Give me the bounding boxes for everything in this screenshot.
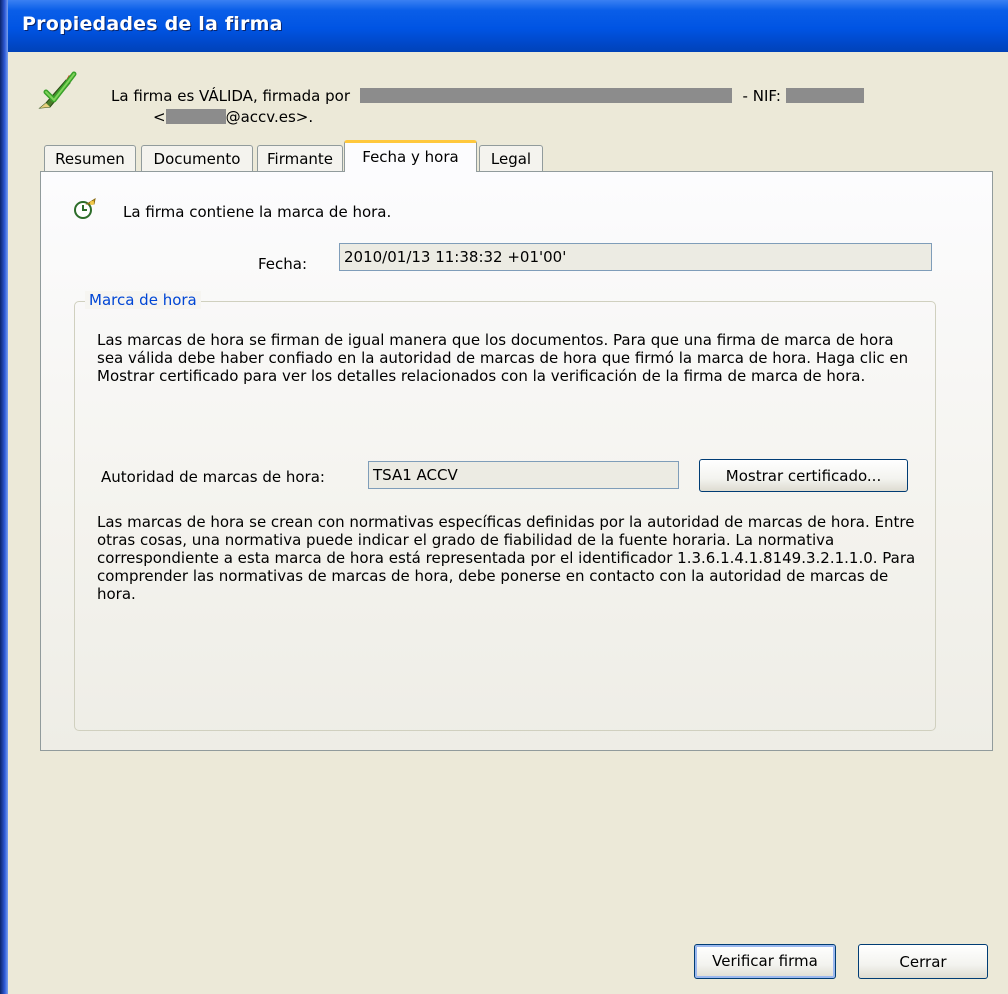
signature-valid-icon: [38, 71, 77, 109]
fecha-label: Fecha:: [258, 255, 308, 273]
timestamp-message: La firma contiene la marca de hora.: [123, 203, 392, 221]
tab-fecha-y-hora[interactable]: Fecha y hora: [344, 140, 477, 172]
redacted-email-user: [165, 109, 226, 124]
fecha-field[interactable]: 2010/01/13 11:38:32 +01'00': [339, 243, 932, 271]
marca-de-hora-groupbox: Marca de hora Las marcas de hora se firm…: [74, 291, 936, 731]
signer-email: < @accv.es>.: [153, 108, 313, 126]
email-prefix: <: [153, 108, 166, 126]
window-left-border: [0, 0, 8, 994]
tab-documento[interactable]: Documento: [141, 145, 253, 171]
signature-status: La firma es VÁLIDA, firmada por - NIF:: [111, 87, 864, 105]
groupbox-title: Marca de hora: [85, 291, 201, 309]
tsa-label: Autoridad de marcas de hora:: [101, 468, 325, 486]
window-title: Propiedades de la firma: [22, 13, 283, 35]
timestamp-info-paragraph: Las marcas de hora se firman de igual ma…: [97, 331, 909, 385]
email-suffix: @accv.es>.: [225, 108, 314, 126]
nif-label: - NIF:: [742, 87, 781, 105]
tab-firmante[interactable]: Firmante: [257, 145, 343, 171]
tsa-field[interactable]: TSA1 ACCV: [368, 461, 679, 489]
timestamp-icon: [74, 198, 96, 219]
policy-info-paragraph: Las marcas de hora se crean con normativ…: [97, 513, 916, 603]
title-bar[interactable]: Propiedades de la firma: [8, 0, 1008, 52]
tab-panel-fecha-y-hora: La firma contiene la marca de hora. Fech…: [40, 171, 993, 751]
verify-signature-button[interactable]: Verificar firma: [694, 944, 836, 979]
redacted-nif: [785, 88, 864, 103]
tab-resumen[interactable]: Resumen: [44, 145, 136, 171]
show-certificate-button[interactable]: Mostrar certificado...: [699, 459, 908, 492]
status-text: La firma es VÁLIDA, firmada por: [111, 87, 350, 105]
redacted-signer-name: [359, 88, 732, 103]
close-button[interactable]: Cerrar: [858, 944, 988, 979]
tab-legal[interactable]: Legal: [479, 145, 543, 171]
